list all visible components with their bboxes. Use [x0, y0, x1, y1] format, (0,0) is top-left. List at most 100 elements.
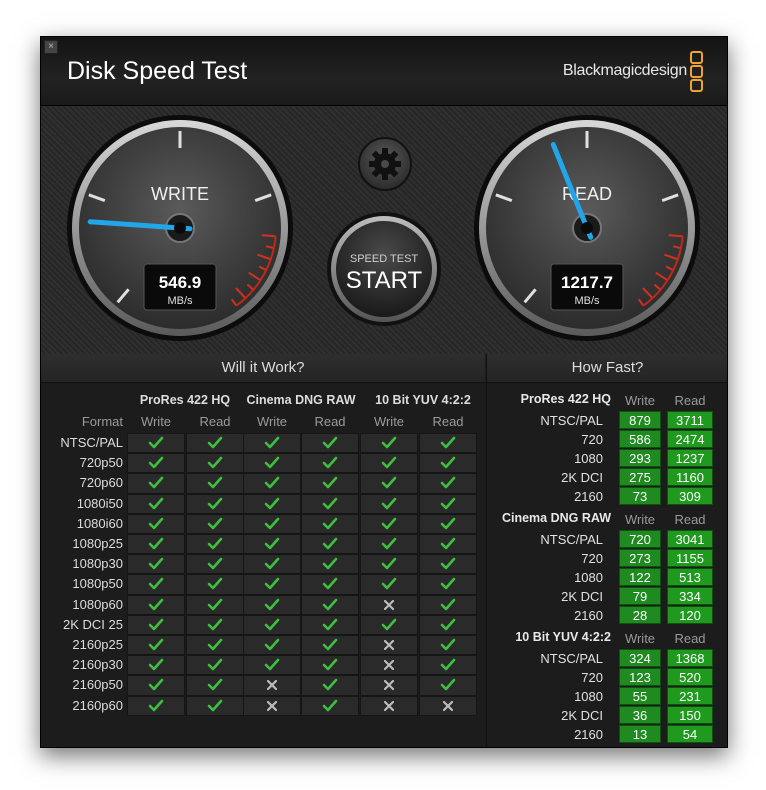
brand-name: Blackmagicdesign: [562, 62, 687, 79]
disk-speed-test-window: × Disk Speed Test Blackmagicdesign WRITE…: [40, 36, 728, 748]
check-icon: [440, 436, 456, 449]
result-cell: [301, 635, 359, 656]
result-cell: [419, 574, 477, 595]
check-icon: [207, 618, 223, 631]
check-icon: [148, 679, 164, 691]
check-icon: [322, 679, 338, 691]
check-icon: [381, 537, 397, 550]
result-cell: [186, 513, 244, 534]
result-cell: [419, 493, 477, 514]
format-header: Format: [81, 414, 123, 429]
check-icon: [322, 537, 338, 550]
write-speed-value: 546.9: [159, 273, 202, 292]
result-cell: [419, 473, 477, 494]
speed-write-value: 324: [619, 649, 661, 667]
check-icon: [322, 598, 338, 610]
format-label: 2160p25: [72, 637, 123, 652]
result-cell: [360, 614, 418, 635]
format-label: NTSC/PAL: [60, 435, 123, 450]
result-cell: [186, 635, 244, 656]
result-cell: [127, 635, 185, 656]
result-cell: [419, 534, 477, 555]
result-cell: [360, 695, 418, 716]
result-cell: [127, 534, 185, 555]
result-cell: [360, 675, 418, 696]
column-subheader: Read: [199, 414, 231, 429]
speed-write-value: 13: [619, 725, 661, 743]
how-fast-table: ProRes 422 HQ Write Read NTSC/PAL 879 3711 720…: [486, 383, 727, 747]
speed-format-label: NTSC/PAL: [540, 413, 603, 428]
result-cell: [301, 453, 359, 474]
result-cell: [360, 453, 418, 474]
read-speed-unit: MB/s: [574, 295, 600, 307]
check-icon: [440, 638, 456, 651]
close-button[interactable]: ×: [44, 40, 58, 54]
format-label: 1080p25: [72, 536, 123, 551]
result-cell: [127, 493, 185, 514]
speed-read-value: 1155: [667, 549, 713, 567]
check-icon: [207, 598, 223, 610]
start-button[interactable]: SPEED TEST START: [325, 210, 443, 328]
start-subtitle: SPEED TEST: [350, 253, 419, 265]
result-cell: [127, 675, 185, 696]
speed-write-value: 55: [619, 687, 661, 705]
result-cell: [127, 574, 185, 595]
check-icon: [148, 699, 164, 711]
result-cell: [301, 534, 359, 555]
check-icon: [207, 679, 223, 691]
check-icon: [148, 456, 164, 469]
speed-read-header: Read: [674, 631, 706, 646]
check-icon: [207, 578, 223, 590]
group-header: Cinema DNG RAW: [246, 393, 356, 407]
check-icon: [440, 618, 456, 631]
result-cell: [186, 655, 244, 676]
cross-icon: [266, 680, 278, 691]
format-label: 1080i60: [76, 515, 123, 531]
result-cell: [301, 655, 359, 676]
result-cell: [186, 433, 244, 454]
speed-read-value: 334: [667, 587, 713, 605]
group-header: ProRes 422 HQ: [139, 393, 231, 407]
speed-section-title: 10 Bit YUV 4:2:2: [515, 630, 611, 644]
check-icon: [440, 477, 456, 489]
check-icon: [207, 537, 223, 550]
speed-read-header: Read: [674, 393, 706, 408]
speed-write-value: 79: [619, 587, 661, 605]
speed-write-value: 123: [619, 668, 661, 686]
result-cell: [301, 554, 359, 575]
format-label: 1080p50: [72, 576, 123, 592]
group-header: 10 Bit YUV 4:2:2: [375, 393, 471, 407]
result-cell: [301, 675, 359, 696]
speed-write-value: 273: [619, 549, 661, 567]
result-cell: [243, 574, 301, 595]
brand-logo-icon: [690, 51, 703, 92]
result-cell: [360, 554, 418, 575]
result-cell: [127, 695, 185, 716]
check-icon: [322, 557, 338, 570]
result-cell: [243, 473, 301, 494]
settings-button[interactable]: [357, 136, 413, 192]
result-cell: [360, 655, 418, 676]
check-icon: [381, 557, 397, 570]
check-icon: [264, 436, 280, 449]
format-label: 2160p30: [72, 657, 123, 673]
column-subheader: Read: [432, 414, 464, 429]
result-cell: [243, 695, 301, 716]
write-speed-unit: MB/s: [167, 295, 193, 307]
speed-format-label: 1080: [574, 689, 603, 704]
check-icon: [440, 497, 456, 509]
cross-icon: [266, 700, 278, 711]
format-label: 2160p60: [72, 697, 123, 713]
result-cell: [360, 513, 418, 534]
result-cell: [419, 513, 477, 534]
result-cell: [301, 695, 359, 716]
result-cell: [419, 554, 477, 575]
check-icon: [264, 537, 280, 550]
check-icon: [148, 537, 164, 550]
check-icon: [207, 497, 223, 509]
cross-icon: [383, 700, 395, 711]
check-icon: [148, 658, 164, 671]
result-cell: [301, 614, 359, 635]
column-subheader: Write: [256, 414, 288, 429]
check-icon: [264, 456, 280, 469]
